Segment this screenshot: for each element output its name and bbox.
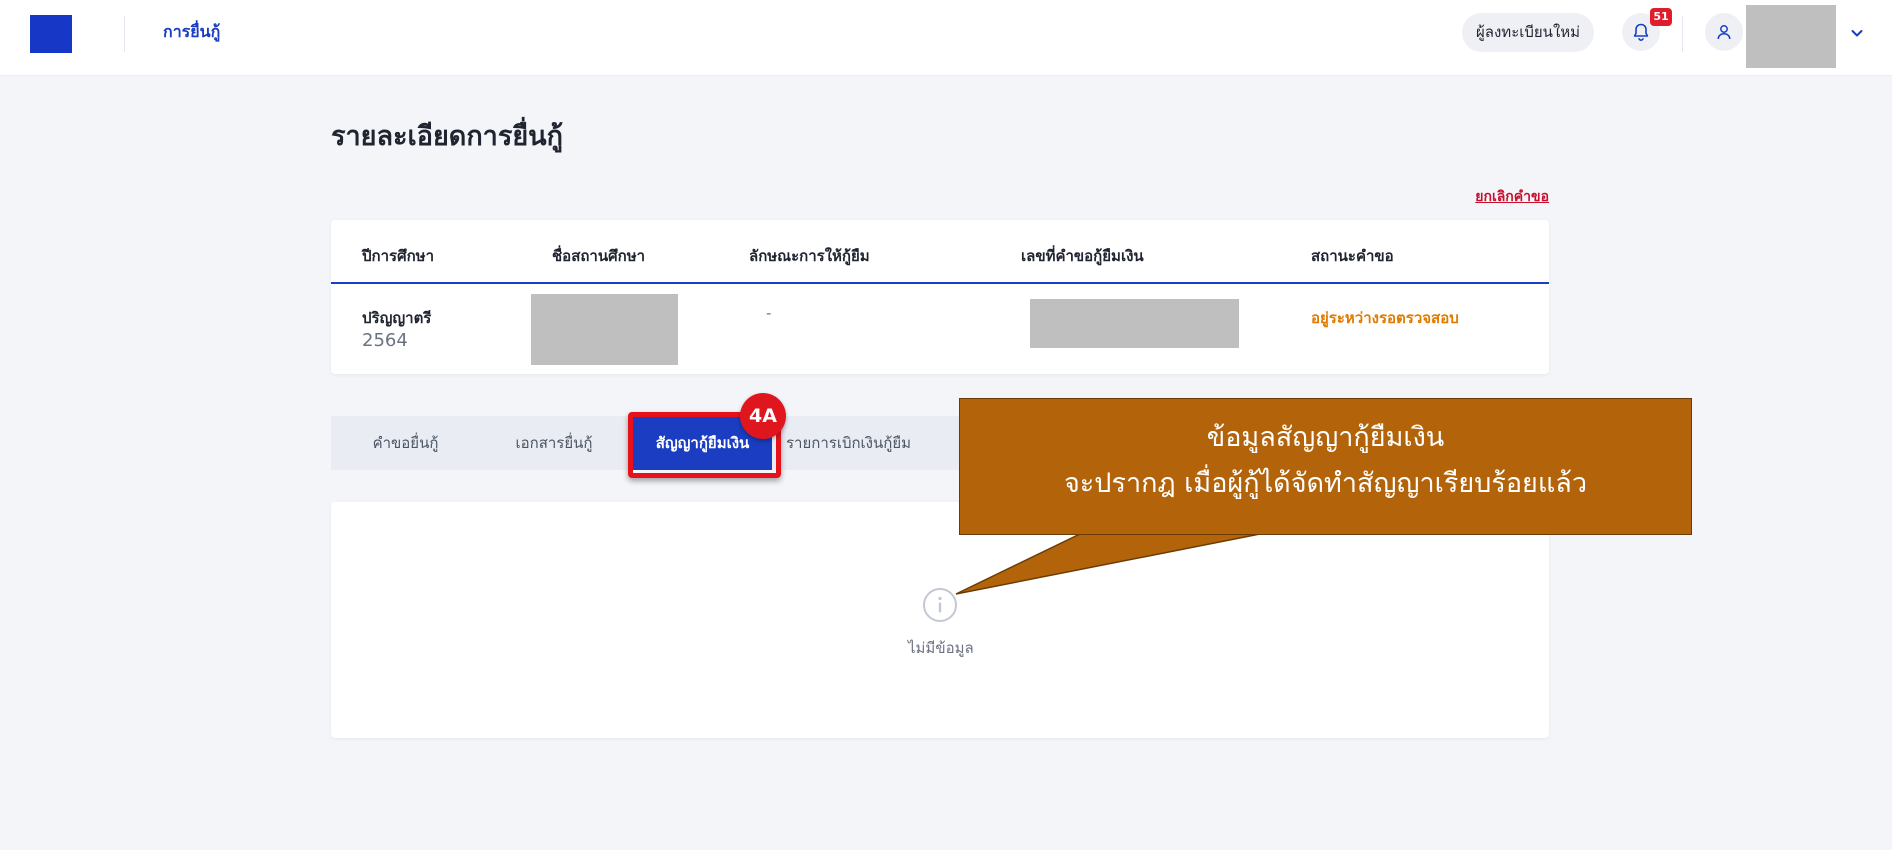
empty-state-text: ไม่มีข้อมูล bbox=[908, 639, 974, 657]
app-logo[interactable] bbox=[30, 15, 72, 53]
column-header-school: ชื่อสถานศึกษา bbox=[552, 247, 646, 265]
tab-loan-documents[interactable]: เอกสารยื่นกู้ bbox=[480, 416, 628, 470]
user-icon bbox=[1717, 25, 1731, 40]
callout-line-1: ข้อมูลสัญญากู้ยืมเงิน bbox=[1206, 422, 1445, 453]
user-avatar-button[interactable] bbox=[1705, 13, 1743, 51]
user-name-redacted bbox=[1746, 5, 1836, 68]
status-badge: อยู่ระหว่างรอตรวจสอบ bbox=[1311, 309, 1459, 327]
top-header: การยื่นกู้ ผู้ลงทะเบียนใหม่ 51 bbox=[0, 0, 1892, 76]
tab-disbursement-list[interactable]: รายการเบิกเงินกู้ยืม bbox=[772, 416, 925, 470]
notification-badge: 51 bbox=[1650, 8, 1672, 26]
education-level: ปริญญาตรี bbox=[362, 309, 432, 327]
column-header-academic-year: ปีการศึกษา bbox=[362, 247, 434, 265]
new-registrant-button[interactable]: ผู้ลงทะเบียนใหม่ bbox=[1462, 13, 1595, 52]
bell-icon bbox=[1633, 23, 1649, 41]
summary-header-row: ปีการศึกษา ชื่อสถานศึกษา ลักษณะการให้กู้… bbox=[331, 220, 1549, 284]
column-header-loan-type: ลักษณะการให้กู้ยืม bbox=[749, 247, 870, 265]
chevron-down-icon bbox=[1851, 30, 1863, 37]
column-header-status: สถานะคำขอ bbox=[1311, 247, 1394, 265]
academic-year: 2564 bbox=[362, 330, 408, 351]
annotation-callout: ข้อมูลสัญญากู้ยืมเงิน จะปรากฎ เมื่อผู้กู… bbox=[959, 398, 1692, 535]
header-divider bbox=[1682, 16, 1683, 52]
loan-summary-card: ปีการศึกษา ชื่อสถานศึกษา ลักษณะการให้กู้… bbox=[331, 220, 1549, 374]
column-header-request-number: เลขที่คำขอกู้ยืมเงิน bbox=[1021, 247, 1144, 265]
callout-line-2: จะปรากฎ เมื่อผู้กู้ได้จัดทำสัญญาเรียบร้อ… bbox=[1063, 468, 1587, 499]
cancel-request-link[interactable]: ยกเลิกคำขอ bbox=[1475, 186, 1549, 208]
school-name-redacted bbox=[531, 294, 678, 365]
request-number-redacted bbox=[1030, 299, 1239, 348]
page-title: รายละเอียดการยื่นกู้ bbox=[331, 121, 563, 152]
info-icon bbox=[923, 588, 957, 622]
step-marker: 4A bbox=[740, 393, 786, 439]
loan-type-value: - bbox=[766, 304, 772, 322]
tab-loan-request[interactable]: คำขอยื่นกู้ bbox=[331, 416, 480, 470]
nav-loan-application[interactable]: การยื่นกู้ bbox=[163, 20, 220, 45]
user-menu-toggle[interactable] bbox=[1846, 22, 1868, 44]
header-divider bbox=[124, 16, 125, 52]
